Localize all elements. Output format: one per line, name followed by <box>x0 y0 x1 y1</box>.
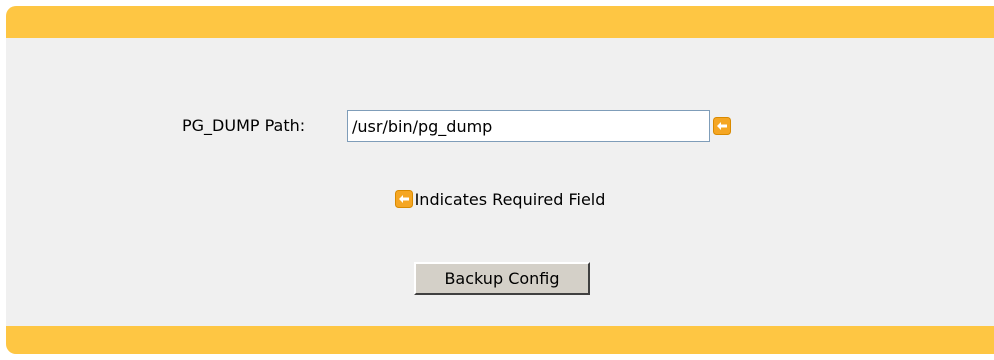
pg-dump-path-label: PG_DUMP Path: <box>182 116 306 135</box>
required-field-icon <box>394 189 413 208</box>
config-panel: PG_DUMP Path: Indicates Required Field B… <box>6 6 994 354</box>
pg-dump-field-row: PG_DUMP Path: <box>6 110 994 144</box>
required-field-legend: Indicates Required Field <box>6 189 994 210</box>
top-banner <box>6 6 994 38</box>
required-field-icon <box>713 117 731 135</box>
button-row: Backup Config <box>6 262 994 295</box>
required-field-legend-text: Indicates Required Field <box>414 190 606 209</box>
bottom-banner <box>6 326 994 354</box>
backup-config-button[interactable]: Backup Config <box>414 262 590 295</box>
pg-dump-path-input[interactable] <box>347 110 710 142</box>
